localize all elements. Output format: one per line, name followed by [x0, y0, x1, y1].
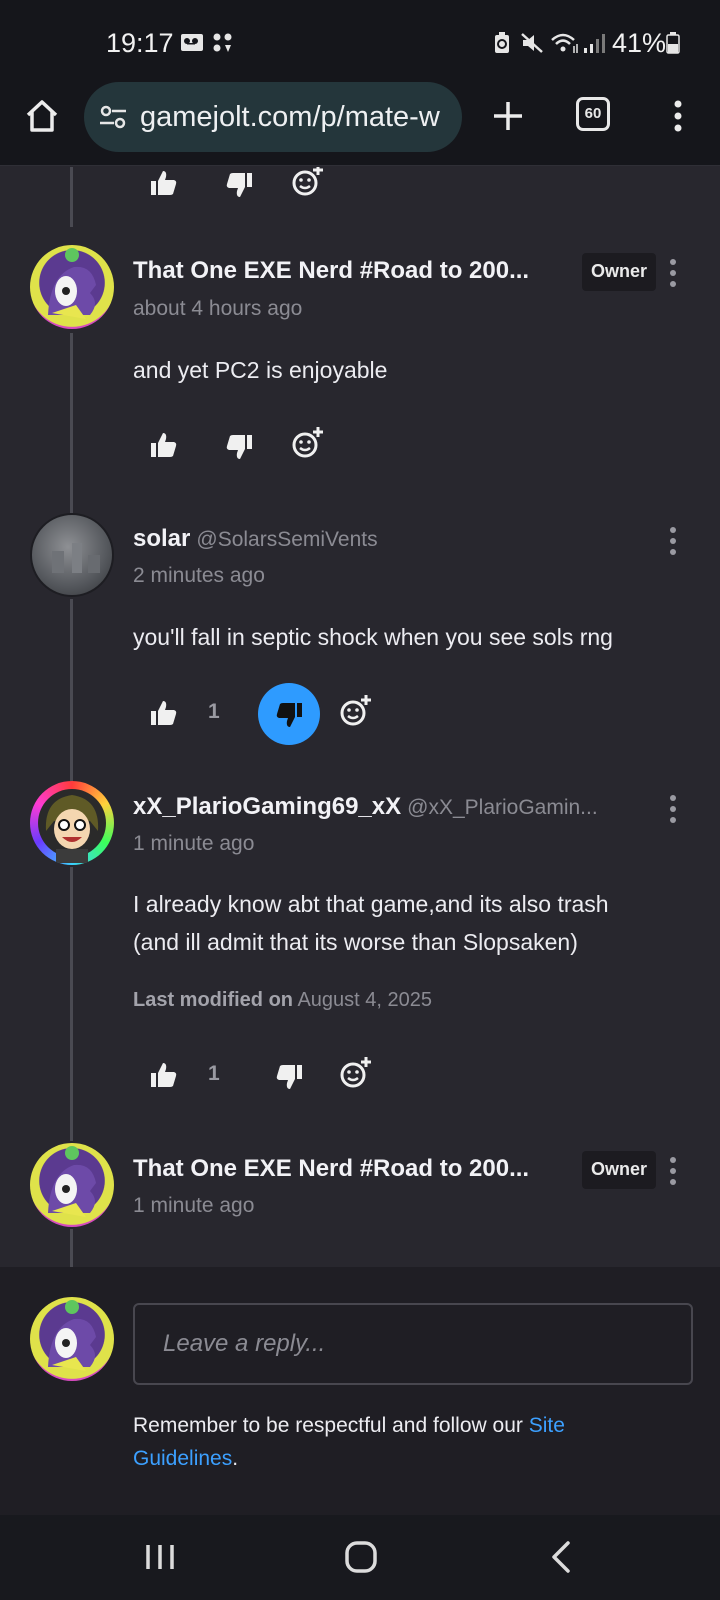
modified-date: August 4, 2025 — [297, 989, 433, 1011]
more-options-icon[interactable] — [666, 257, 680, 289]
voicemail-icon — [181, 34, 203, 51]
address-bar[interactable]: gamejolt.com/p/mate-w — [84, 82, 462, 152]
menu-icon[interactable] — [666, 96, 690, 136]
add-reaction-icon[interactable] — [290, 167, 326, 199]
status-bar: 19:17 41% — [0, 0, 720, 80]
battery-percent: 41% — [612, 28, 667, 58]
author-name[interactable]: That One EXE Nerd #Road to 200... — [133, 257, 529, 285]
recents-icon[interactable] — [138, 1535, 182, 1579]
link-text: Site — [528, 1414, 565, 1437]
home-icon[interactable] — [22, 96, 62, 136]
system-nav-bar — [0, 1515, 720, 1600]
dislike-button-active[interactable] — [258, 683, 320, 745]
add-reaction-icon[interactable] — [338, 1055, 374, 1091]
tabs-button[interactable]: 60 — [576, 97, 610, 131]
like-icon[interactable] — [147, 167, 181, 201]
like-icon[interactable] — [147, 1059, 181, 1093]
guidelines-notice: Remember to be respectful and follow our… — [133, 1409, 693, 1475]
more-options-icon[interactable] — [666, 1155, 680, 1187]
guidelines-suffix: . — [232, 1447, 239, 1470]
author-display-name: solar — [133, 525, 191, 552]
owner-badge: Owner — [582, 1151, 656, 1189]
thread-line — [70, 167, 73, 227]
avatar[interactable] — [30, 513, 114, 597]
owner-badge: Owner — [582, 253, 656, 291]
dislike-icon[interactable] — [222, 167, 256, 201]
home-nav-icon[interactable] — [339, 1535, 383, 1579]
author-handle: @xX_PlarioGamin... — [407, 796, 598, 819]
comment-thread: That One EXE Nerd #Road to 200... Owner … — [0, 167, 720, 1267]
current-user-avatar — [30, 1297, 114, 1381]
dislike-icon[interactable] — [222, 429, 256, 463]
add-reaction-icon[interactable] — [290, 425, 326, 461]
more-options-icon[interactable] — [666, 525, 680, 557]
avatar-image — [52, 543, 100, 573]
comment-timestamp[interactable]: about 4 hours ago — [133, 297, 302, 321]
battery-icon — [666, 32, 680, 54]
url-text: gamejolt.com/p/mate-w — [140, 101, 440, 133]
comment-text: I already know abt that game,and its als… — [133, 885, 703, 961]
comment-timestamp[interactable]: 2 minutes ago — [133, 564, 265, 588]
avatar-image — [48, 1146, 96, 1217]
modified-label: Last modified on — [133, 989, 293, 1011]
author-handle: @SolarsSemiVents — [196, 528, 378, 551]
thread-line — [70, 867, 73, 1141]
author-name[interactable]: That One EXE Nerd #Road to 200... — [133, 1155, 529, 1183]
comment-text-line: I already know abt that game,and its als… — [133, 891, 609, 917]
new-tab-icon[interactable] — [488, 96, 528, 136]
comment-timestamp[interactable]: 1 minute ago — [133, 832, 254, 856]
like-count: 1 — [208, 700, 220, 723]
signal-icon — [584, 34, 605, 53]
avatar-image — [48, 1300, 96, 1371]
link-text: Guidelines — [133, 1447, 233, 1470]
add-reaction-icon[interactable] — [338, 693, 374, 729]
like-icon[interactable] — [147, 697, 181, 731]
battery-saver-icon — [495, 32, 509, 53]
reply-composer: Remember to be respectful and follow our… — [0, 1267, 720, 1515]
avatar[interactable] — [30, 781, 114, 865]
site-settings-icon[interactable] — [98, 102, 128, 132]
thread-line — [70, 1229, 73, 1267]
comment-text-line: (and ill admit that its worse than Slops… — [133, 929, 578, 955]
like-icon[interactable] — [147, 429, 181, 463]
browser-toolbar: gamejolt.com/p/mate-w 60 — [0, 80, 720, 166]
comment-text: and yet PC2 is enjoyable — [133, 357, 388, 383]
like-count: 1 — [208, 1062, 220, 1085]
last-modified: Last modified on August 4, 2025 — [133, 989, 432, 1012]
author-name[interactable]: solar @SolarsSemiVents — [133, 525, 378, 553]
status-time: 19:17 — [106, 28, 174, 58]
avatar-image — [38, 789, 106, 863]
mute-icon — [521, 33, 543, 53]
more-options-icon[interactable] — [666, 793, 680, 825]
reply-input[interactable] — [133, 1303, 693, 1385]
thread-line — [70, 333, 73, 513]
author-display-name: xX_PlarioGaming69_xX — [133, 793, 402, 820]
avatar[interactable] — [30, 245, 114, 329]
guidelines-text: Remember to be respectful and follow our — [133, 1414, 529, 1437]
dots-icon — [213, 33, 232, 52]
avatar-image — [48, 248, 96, 319]
comment-timestamp[interactable]: 1 minute ago — [133, 1194, 254, 1218]
avatar[interactable] — [30, 1143, 114, 1227]
thread-line — [70, 599, 73, 781]
dislike-icon — [276, 703, 302, 727]
wifi-icon — [551, 33, 578, 53]
dislike-icon[interactable] — [272, 1059, 306, 1093]
comment-text: you'll fall in septic shock when you see… — [133, 624, 613, 650]
author-name[interactable]: xX_PlarioGaming69_xX @xX_PlarioGamin... — [133, 793, 598, 821]
back-icon[interactable] — [540, 1535, 584, 1579]
